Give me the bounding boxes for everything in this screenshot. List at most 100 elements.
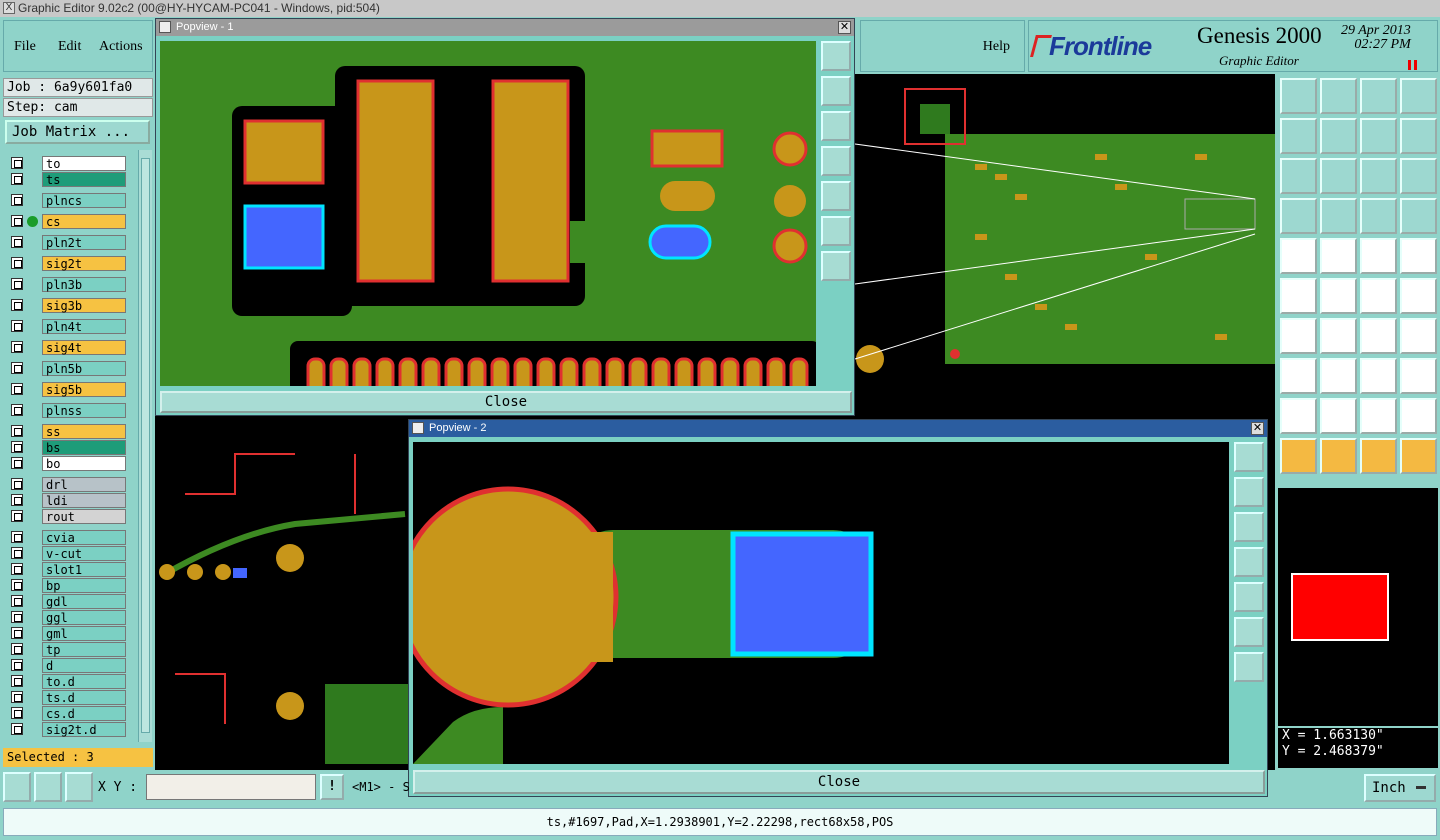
layer-checkbox[interactable] (11, 236, 23, 248)
layer-row-plnss[interactable]: plnss (8, 403, 128, 418)
spread-icon[interactable] (1400, 398, 1437, 434)
layer-row-v-cut[interactable]: v-cut (8, 546, 128, 561)
zoom-in-icon[interactable] (1280, 78, 1317, 114)
angle-icon[interactable] (1280, 318, 1317, 354)
slash-icon[interactable] (1320, 318, 1357, 354)
layer-row-gml[interactable]: gml (8, 626, 128, 641)
popup-pan-up-icon[interactable] (1234, 477, 1264, 507)
stretch-icon[interactable] (1360, 358, 1397, 394)
layer-row-d[interactable]: d (8, 658, 128, 673)
layer-row-sig5b[interactable]: sig5b (8, 382, 128, 397)
layer-row-rout[interactable]: rout (8, 509, 128, 524)
center-icon[interactable] (1320, 158, 1357, 194)
layer-checkbox[interactable] (11, 278, 23, 290)
layer-row-to[interactable]: to (8, 156, 128, 171)
arc-icon[interactable] (1360, 318, 1397, 354)
layer-checkbox[interactable] (11, 547, 23, 559)
layer-row-pln4t[interactable]: pln4t (8, 319, 128, 334)
layer-checkbox[interactable] (11, 362, 23, 374)
arch-icon[interactable] (1360, 398, 1397, 434)
popview-2-close-icon[interactable]: ✕ (1251, 422, 1264, 435)
layer-row-bo[interactable]: bo (8, 456, 128, 471)
delete-icon[interactable] (1320, 278, 1357, 314)
layer-row-ggl[interactable]: ggl (8, 610, 128, 625)
layer-checkbox[interactable] (11, 563, 23, 575)
triangle-icon[interactable] (1320, 398, 1357, 434)
layer-checkbox[interactable] (11, 691, 23, 703)
ruler-icon[interactable] (1360, 238, 1397, 274)
layer-row-cvia[interactable]: cvia (8, 530, 128, 545)
menu-edit[interactable]: Edit (58, 39, 81, 55)
popup-center-icon[interactable] (1234, 652, 1264, 682)
popview-2-close-button[interactable]: Close (413, 770, 1265, 794)
split-icon[interactable] (1400, 78, 1437, 114)
layer-scrollbar[interactable] (138, 150, 152, 742)
split-line-icon[interactable] (1360, 278, 1397, 314)
pan-icon[interactable] (1320, 78, 1357, 114)
layer-row-sig4t[interactable]: sig4t (8, 340, 128, 355)
popup-zoom-in-icon[interactable] (1234, 442, 1264, 472)
layer-row-tp[interactable]: tp (8, 642, 128, 657)
popup-pan-right-icon[interactable] (821, 181, 851, 211)
layer-row-gdl[interactable]: gdl (8, 594, 128, 609)
layer-row-cs[interactable]: cs (8, 214, 128, 229)
popview-1-close-button[interactable]: Close (160, 391, 852, 413)
layer-checkbox[interactable] (11, 579, 23, 591)
layer-checkbox[interactable] (11, 341, 23, 353)
layer-row-slot1[interactable]: slot1 (8, 562, 128, 577)
copy-icon[interactable] (1280, 358, 1317, 394)
layer-row-pln3b[interactable]: pln3b (8, 277, 128, 292)
menu-file[interactable]: File (14, 39, 36, 55)
layer-checkbox[interactable] (11, 531, 23, 543)
features-icon[interactable] (1400, 198, 1437, 234)
resize-icon[interactable] (1320, 358, 1357, 394)
popup-pan-left-icon[interactable] (1234, 547, 1264, 577)
zoom-out-icon[interactable] (1280, 118, 1317, 154)
zoom-area-icon[interactable] (3, 772, 31, 802)
layer-checkbox[interactable] (11, 215, 23, 227)
layer-row-pln5b[interactable]: pln5b (8, 361, 128, 376)
layer-checkbox[interactable] (11, 723, 23, 735)
add-surface-icon[interactable] (1400, 238, 1437, 274)
layer-checkbox[interactable] (11, 675, 23, 687)
undo-icon[interactable] (1360, 118, 1397, 154)
layer-checkbox[interactable] (11, 383, 23, 395)
layer-checkbox[interactable] (11, 494, 23, 506)
layer-checkbox[interactable] (11, 457, 23, 469)
menu-actions[interactable]: Actions (99, 39, 143, 55)
units-dropdown[interactable]: Inch (1364, 774, 1436, 802)
layer-checkbox[interactable] (11, 157, 23, 169)
layer-row-ts.d[interactable]: ts.d (8, 690, 128, 705)
layers-icon[interactable] (1360, 198, 1397, 234)
menu-help[interactable]: Help (983, 39, 1010, 55)
layer-row-bp[interactable]: bp (8, 578, 128, 593)
layer-row-ldi[interactable]: ldi (8, 493, 128, 508)
xy-input[interactable] (146, 774, 316, 800)
measure-tool-icon[interactable] (34, 772, 62, 802)
layer-row-bs[interactable]: bs (8, 440, 128, 455)
layer-row-pln2t[interactable]: pln2t (8, 235, 128, 250)
popview-1-close-icon[interactable]: ✕ (838, 21, 851, 34)
layer-checkbox[interactable] (11, 404, 23, 416)
select-move-icon[interactable] (1360, 438, 1397, 474)
home-icon[interactable] (1360, 78, 1397, 114)
add-line-icon[interactable] (1320, 238, 1357, 274)
pause-icon[interactable] (1408, 60, 1417, 70)
layer-checkbox[interactable] (11, 707, 23, 719)
layer-row-ts[interactable]: ts (8, 172, 128, 187)
popup-pan-right-icon[interactable] (1234, 582, 1264, 612)
layer-checkbox[interactable] (11, 510, 23, 522)
layer-checkbox[interactable] (11, 173, 23, 185)
job-matrix-button[interactable]: Job Matrix ... (5, 120, 150, 144)
add-pad-icon[interactable] (1280, 238, 1317, 274)
move-feature-icon[interactable] (1400, 278, 1437, 314)
snap-icon[interactable] (1400, 118, 1437, 154)
attribute-icon[interactable] (1400, 358, 1437, 394)
layer-checkbox[interactable] (11, 659, 23, 671)
layer-checkbox[interactable] (11, 194, 23, 206)
layer-checkbox[interactable] (11, 627, 23, 639)
layer-row-sig2t[interactable]: sig2t (8, 256, 128, 271)
move-icon[interactable] (1320, 118, 1357, 154)
popview-1-canvas[interactable] (160, 41, 816, 386)
alert-icon[interactable]: ! (320, 774, 344, 800)
